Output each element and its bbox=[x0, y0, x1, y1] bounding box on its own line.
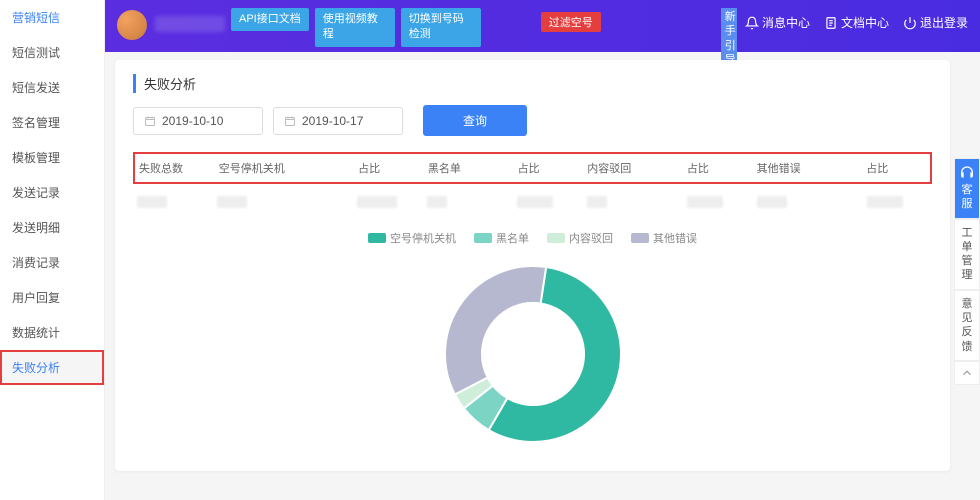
date-to-input[interactable] bbox=[273, 107, 403, 135]
logout-link[interactable]: 退出登录 bbox=[903, 14, 968, 31]
username-blurred bbox=[155, 16, 225, 32]
sidebar-item-9[interactable]: 数据统计 bbox=[0, 315, 104, 350]
chevron-up-icon bbox=[960, 366, 974, 380]
doc-center-link[interactable]: 文档中心 bbox=[824, 14, 889, 31]
query-button[interactable]: 查询 bbox=[423, 105, 527, 136]
sidebar-item-2[interactable]: 短信发送 bbox=[0, 70, 104, 105]
sidebar-item-6[interactable]: 发送明细 bbox=[0, 210, 104, 245]
cell-blurred bbox=[427, 196, 447, 208]
sidebar-item-7[interactable]: 消费记录 bbox=[0, 245, 104, 280]
date-from-field[interactable] bbox=[162, 114, 252, 128]
calendar-icon bbox=[284, 114, 296, 128]
table-row bbox=[133, 184, 932, 220]
th-empty: 空号停机关机 bbox=[219, 160, 358, 176]
th-ratio1: 占比 bbox=[358, 160, 428, 176]
donut-chart bbox=[433, 254, 633, 454]
cell-blurred bbox=[687, 196, 723, 208]
legend-swatch bbox=[368, 233, 386, 243]
th-other: 其他错误 bbox=[757, 160, 867, 176]
th-total: 失败总数 bbox=[139, 160, 219, 176]
legend-item[interactable]: 内容驳回 bbox=[547, 230, 613, 246]
avatar[interactable] bbox=[117, 10, 147, 40]
cell-blurred bbox=[357, 196, 397, 208]
message-center-link[interactable]: 消息中心 bbox=[745, 14, 810, 31]
th-ratio3: 占比 bbox=[687, 160, 757, 176]
cell-blurred bbox=[867, 196, 903, 208]
api-doc-button[interactable]: API接口文档 bbox=[231, 8, 309, 31]
donut-slice[interactable] bbox=[445, 266, 546, 395]
topbar: API接口文档 使用视频教程 切换到号码检测 过滤空号 新手引导 消息中心 文档… bbox=[105, 0, 980, 52]
top-links: 消息中心 文档中心 退出登录 bbox=[745, 14, 968, 31]
date-from-input[interactable] bbox=[133, 107, 263, 135]
main-content: 失败分析 查询 失败总数 空号停机关机 占比 黑名单 占比 内容驳回 占比 其他… bbox=[115, 60, 950, 492]
video-tutorial-button[interactable]: 使用视频教程 bbox=[315, 8, 395, 47]
cell-blurred bbox=[517, 196, 553, 208]
switch-number-check-button[interactable]: 切换到号码检测 bbox=[401, 8, 481, 47]
date-to-field[interactable] bbox=[302, 114, 392, 128]
chart-area: 空号停机关机 黑名单 内容驳回 其他错误 bbox=[133, 230, 932, 457]
sidebar-item-10[interactable]: 失败分析 bbox=[0, 350, 104, 385]
result-table: 失败总数 空号停机关机 占比 黑名单 占比 内容驳回 占比 其他错误 占比 bbox=[133, 152, 932, 220]
sidebar: 营销短信短信测试短信发送签名管理模板管理发送记录发送明细消费记录用户回复数据统计… bbox=[0, 0, 105, 500]
th-ratio2: 占比 bbox=[518, 160, 588, 176]
cell-blurred bbox=[137, 196, 167, 208]
th-ratio4: 占比 bbox=[866, 160, 926, 176]
th-blacklist: 黑名单 bbox=[428, 160, 518, 176]
sidebar-item-0[interactable]: 营销短信 bbox=[0, 0, 104, 35]
power-icon bbox=[903, 16, 917, 30]
document-icon bbox=[824, 16, 838, 30]
customer-service-button[interactable]: 客服 bbox=[954, 158, 980, 219]
right-dock: 客服 工单管理 意见反馈 bbox=[954, 158, 980, 385]
failure-analysis-panel: 失败分析 查询 失败总数 空号停机关机 占比 黑名单 占比 内容驳回 占比 其他… bbox=[115, 60, 950, 471]
feedback-button[interactable]: 意见反馈 bbox=[954, 290, 980, 361]
cell-blurred bbox=[587, 196, 607, 208]
ticket-mgmt-button[interactable]: 工单管理 bbox=[954, 219, 980, 290]
bell-icon bbox=[745, 16, 759, 30]
chart-legend: 空号停机关机 黑名单 内容驳回 其他错误 bbox=[133, 230, 932, 246]
legend-swatch bbox=[474, 233, 492, 243]
headset-icon bbox=[959, 165, 975, 181]
cell-blurred bbox=[757, 196, 787, 208]
filter-empty-tag: 过滤空号 bbox=[541, 12, 601, 32]
legend-swatch bbox=[631, 233, 649, 243]
sidebar-item-5[interactable]: 发送记录 bbox=[0, 175, 104, 210]
sidebar-item-4[interactable]: 模板管理 bbox=[0, 140, 104, 175]
sidebar-item-8[interactable]: 用户回复 bbox=[0, 280, 104, 315]
legend-swatch bbox=[547, 233, 565, 243]
panel-title: 失败分析 bbox=[133, 74, 932, 93]
filter-row: 查询 bbox=[133, 105, 932, 136]
table-header-row: 失败总数 空号停机关机 占比 黑名单 占比 内容驳回 占比 其他错误 占比 bbox=[133, 152, 932, 184]
scroll-top-button[interactable] bbox=[954, 361, 980, 385]
sidebar-item-1[interactable]: 短信测试 bbox=[0, 35, 104, 70]
calendar-icon bbox=[144, 114, 156, 128]
legend-item[interactable]: 其他错误 bbox=[631, 230, 697, 246]
legend-item[interactable]: 黑名单 bbox=[474, 230, 529, 246]
sidebar-item-3[interactable]: 签名管理 bbox=[0, 105, 104, 140]
cell-blurred bbox=[217, 196, 247, 208]
th-reject: 内容驳回 bbox=[587, 160, 687, 176]
legend-item[interactable]: 空号停机关机 bbox=[368, 230, 456, 246]
